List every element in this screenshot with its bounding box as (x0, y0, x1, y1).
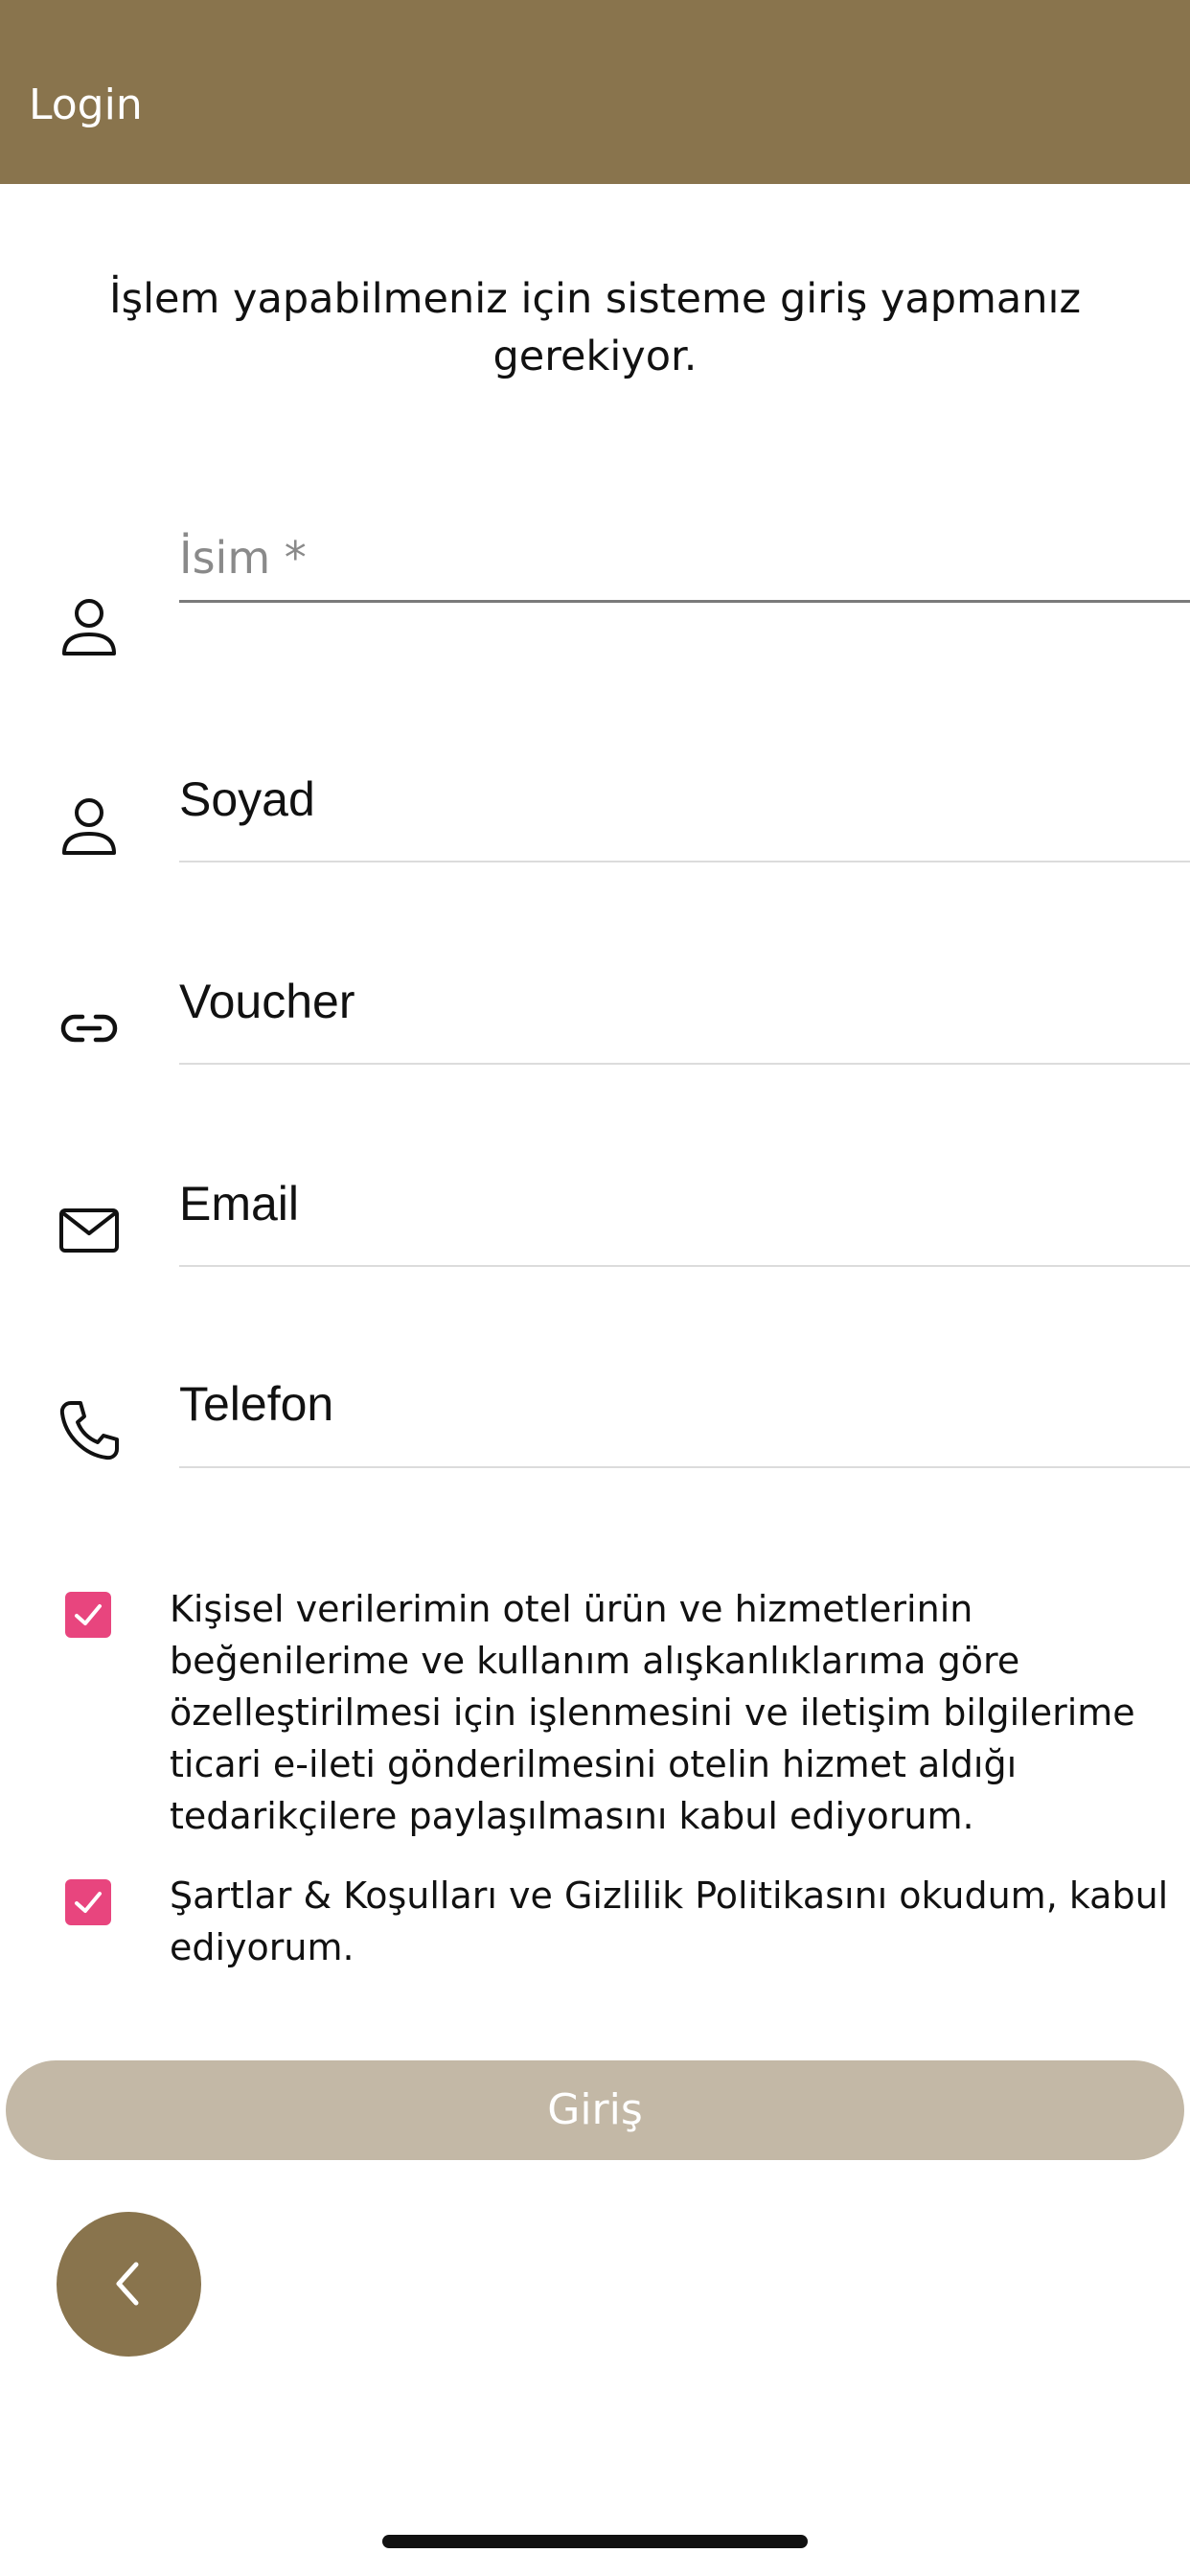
user-icon (56, 792, 123, 859)
back-button[interactable] (57, 2212, 201, 2357)
user-icon (56, 592, 123, 659)
email-input[interactable] (179, 1173, 1190, 1234)
voucher-underline (179, 1063, 1190, 1065)
phone-icon (56, 1397, 123, 1464)
header-title: Login (29, 80, 143, 129)
phone-underline (179, 1466, 1190, 1468)
last-name-underline (179, 861, 1190, 862)
login-intro-text: İşlem yapabilmeniz için sisteme giriş ya… (108, 275, 1082, 380)
phone-input[interactable] (179, 1373, 1190, 1435)
login-submit-button[interactable]: Giriş (6, 2060, 1184, 2160)
home-indicator[interactable] (382, 2535, 808, 2548)
terms-consent-checkbox[interactable] (65, 1879, 111, 1925)
link-icon (56, 995, 123, 1062)
last-name-input[interactable] (179, 769, 1190, 830)
chevron-left-icon (116, 2262, 139, 2306)
voucher-input[interactable] (179, 971, 1190, 1032)
first-name-input[interactable] (179, 527, 1190, 588)
kvkk-consent-text: Kişisel verilerimin otel ürün ve hizmetl… (170, 1588, 1135, 1837)
mail-icon (56, 1197, 123, 1264)
app-header: Login (0, 0, 1190, 184)
kvkk-consent-checkbox[interactable] (65, 1592, 111, 1638)
first-name-underline (179, 600, 1190, 603)
terms-consent-text: Şartlar & Koşulları ve Gizlilik Politika… (170, 1874, 1169, 1968)
email-underline (179, 1265, 1190, 1267)
